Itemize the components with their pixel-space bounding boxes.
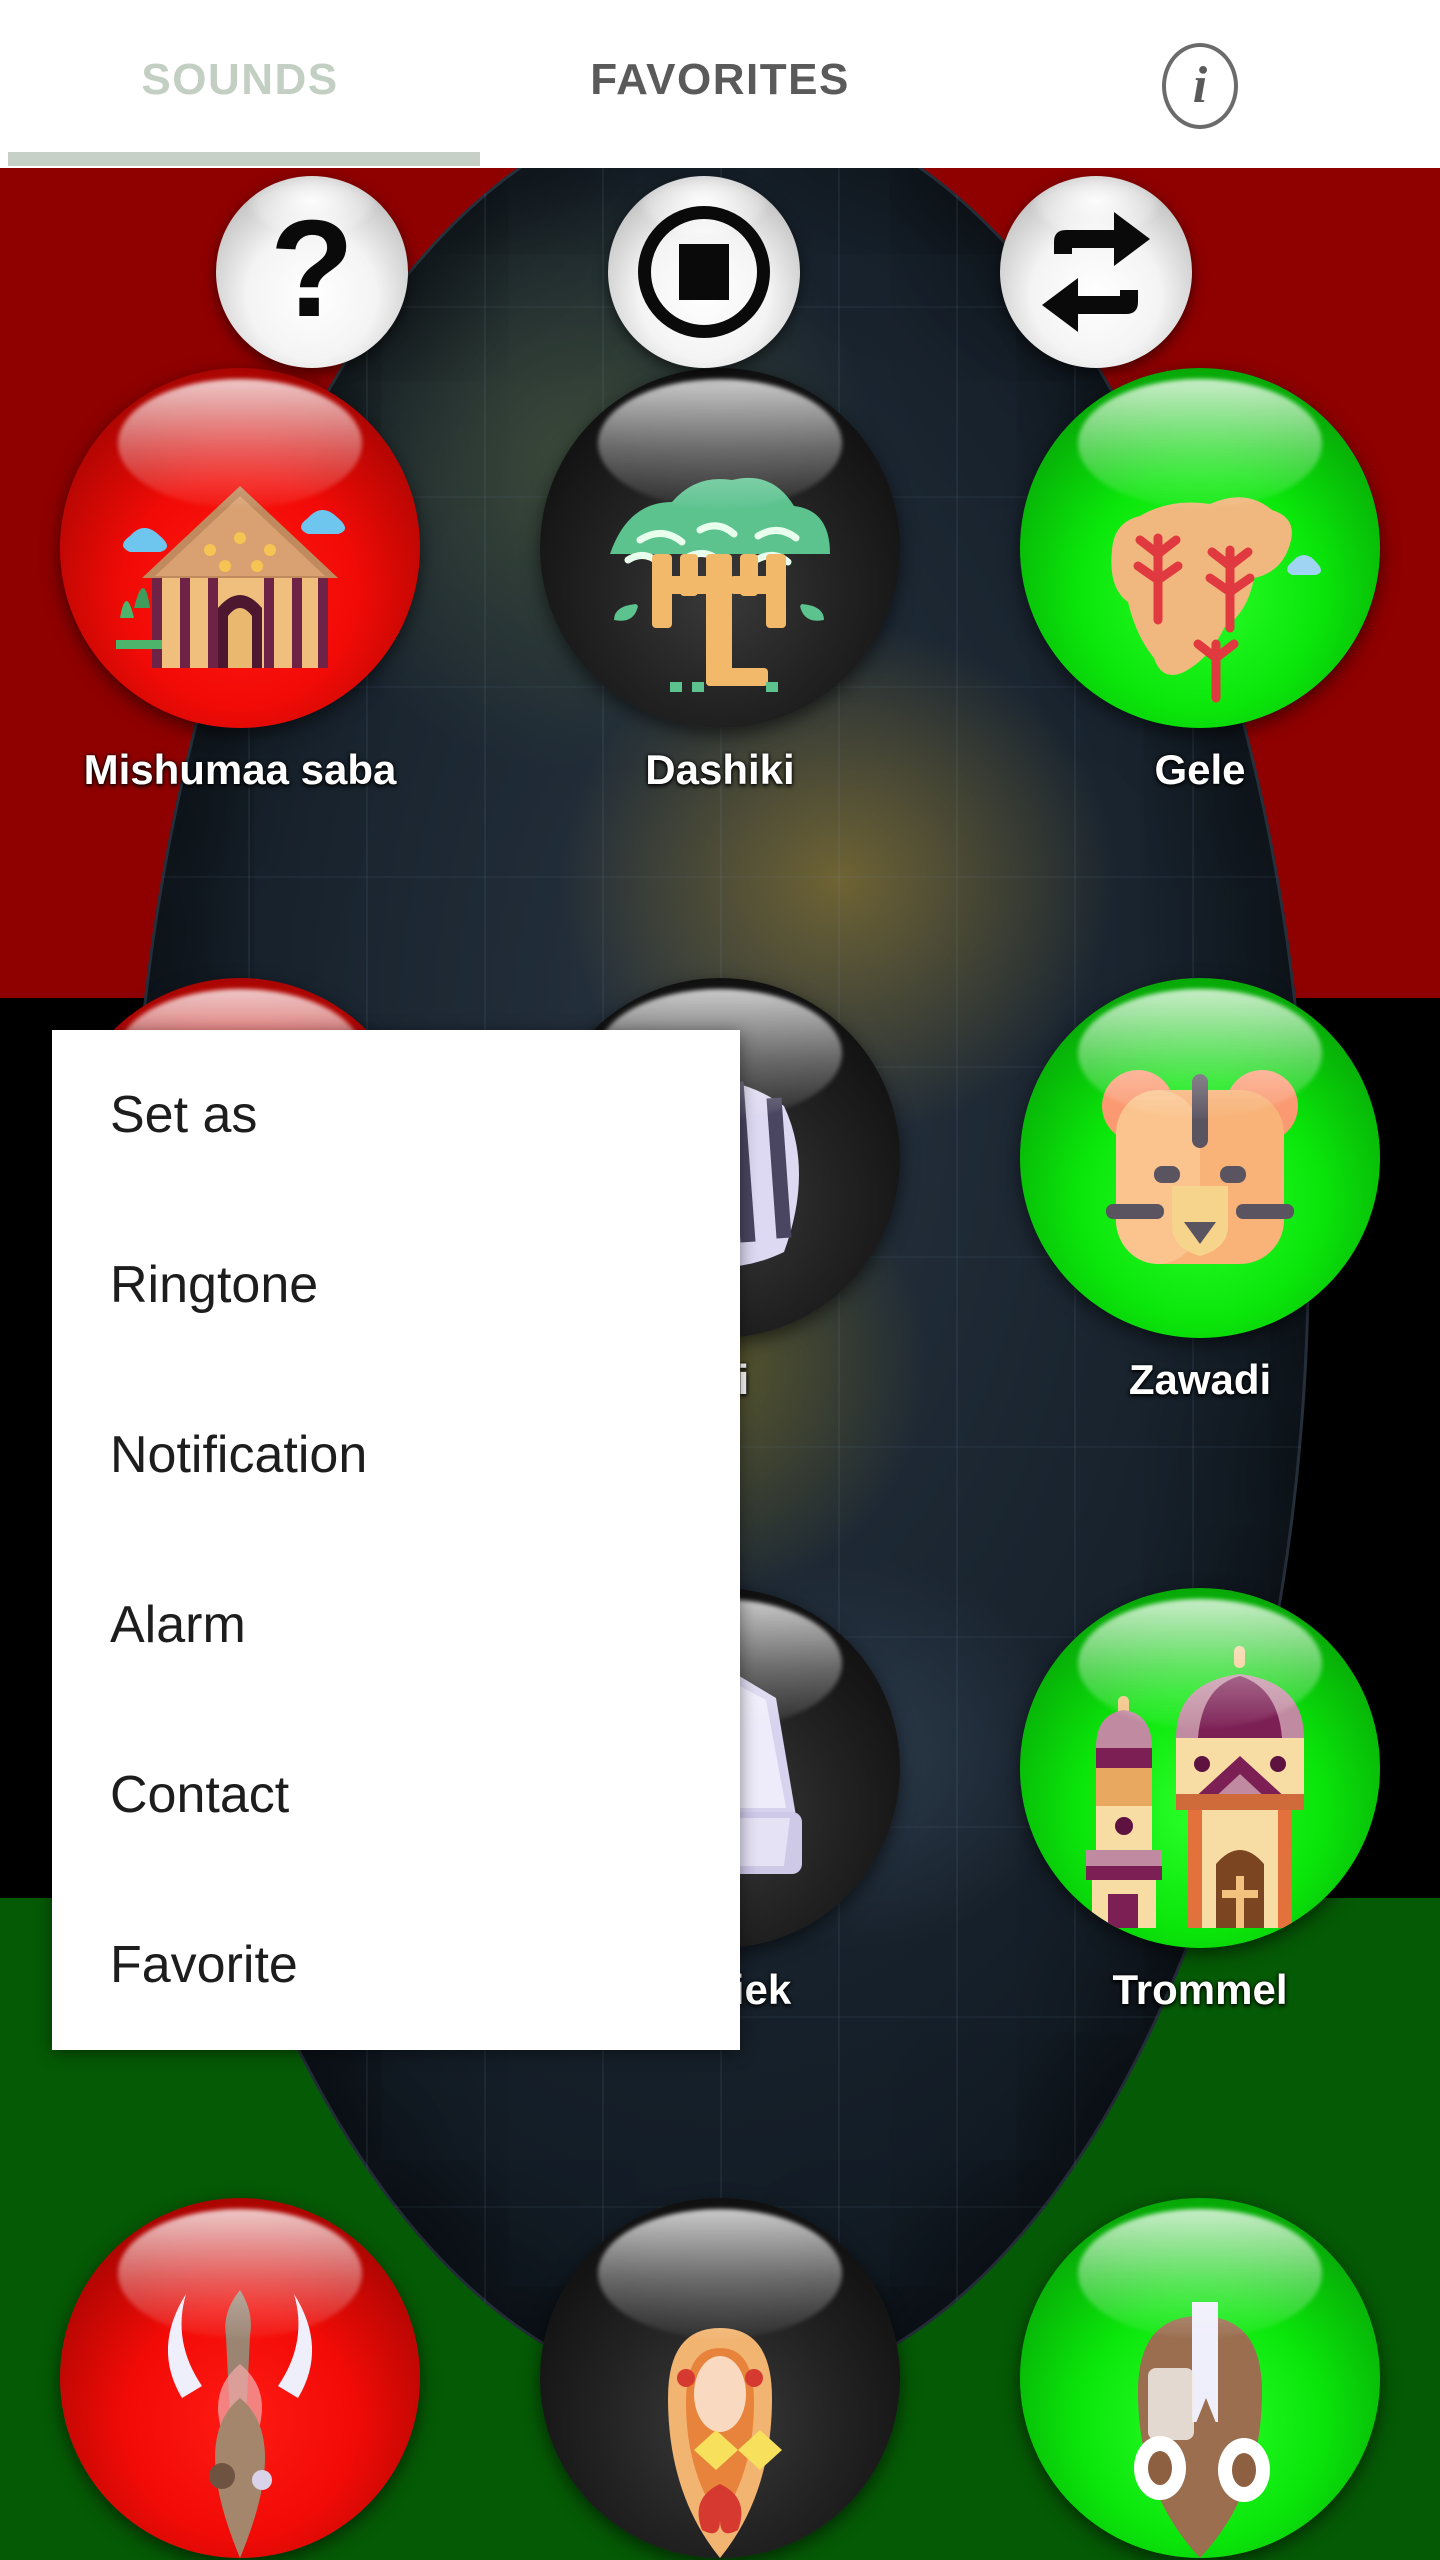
sound-tile-row4-left[interactable] xyxy=(0,2198,480,2560)
menu-item-label: Set as xyxy=(110,1086,258,1144)
tile-surface[interactable] xyxy=(1020,1588,1380,1948)
app-root: SOUNDS FAVORITES i ? Mishumaa saba Dashi… xyxy=(0,0,1440,2560)
grid-row: Mishumaa saba Dashiki Gele xyxy=(0,368,1440,978)
menu-item-favorite[interactable]: Favorite xyxy=(52,1880,740,2050)
tile-surface[interactable] xyxy=(540,2198,900,2558)
set-as-context-menu[interactable]: Set as Ringtone Notification Alarm Conta… xyxy=(52,1030,740,2050)
repeat-icon xyxy=(1042,212,1150,332)
tile-surface[interactable] xyxy=(1020,978,1380,1338)
playback-controls: ? xyxy=(0,168,1440,368)
tile-label: Mishumaa saba xyxy=(83,746,397,793)
help-button[interactable]: ? xyxy=(216,176,408,368)
tile-surface[interactable] xyxy=(1020,2198,1380,2558)
menu-item-contact[interactable]: Contact xyxy=(52,1710,740,1880)
info-button[interactable]: i xyxy=(1150,36,1250,136)
sound-tile-row4-middle[interactable] xyxy=(480,2198,960,2560)
sound-tile-zawadi[interactable]: Zawadi xyxy=(960,978,1440,1588)
menu-item-label: Contact xyxy=(110,1766,290,1824)
tile-label: Trommel xyxy=(1112,1966,1288,2013)
stop-square xyxy=(679,244,729,300)
menu-item-label: Notification xyxy=(110,1426,368,1484)
grid-row xyxy=(0,2198,1440,2560)
menu-item-label: Favorite xyxy=(110,1936,298,1994)
mosque-building-icon xyxy=(1020,1588,1380,1948)
tribal-mask-icon xyxy=(1020,2198,1380,2558)
tile-label: Gele xyxy=(1154,746,1246,793)
tile-label: Zawadi xyxy=(1128,1356,1272,1403)
menu-item-alarm[interactable]: Alarm xyxy=(52,1540,740,1710)
info-glyph: i xyxy=(1192,57,1208,114)
baobab-tree-icon xyxy=(540,368,900,728)
tile-surface[interactable] xyxy=(1020,368,1380,728)
sound-tile-trommel[interactable]: Trommel xyxy=(960,1588,1440,2198)
repeat-button[interactable] xyxy=(1000,176,1192,368)
tab-sounds[interactable]: SOUNDS xyxy=(0,0,480,160)
hut-icon xyxy=(60,368,420,728)
question-mark-icon: ? xyxy=(269,192,355,346)
tile-surface[interactable] xyxy=(60,368,420,728)
tab-favorites-label: FAVORITES xyxy=(590,55,850,104)
tile-label: Dashiki xyxy=(645,746,795,793)
tile-surface[interactable] xyxy=(540,368,900,728)
stop-icon xyxy=(638,206,770,338)
sound-tile-mishumaa-saba[interactable]: Mishumaa saba xyxy=(0,368,480,978)
africa-map-icon xyxy=(1020,368,1380,728)
info-icon: i xyxy=(1162,43,1238,129)
tribal-mask-icon xyxy=(540,2198,900,2558)
menu-item-set-as: Set as xyxy=(52,1030,740,1200)
tab-bar: SOUNDS FAVORITES i xyxy=(0,0,1440,168)
tab-favorites[interactable]: FAVORITES xyxy=(480,0,960,160)
menu-item-notification[interactable]: Notification xyxy=(52,1370,740,1540)
spear-shield-icon xyxy=(60,2198,420,2558)
tab-active-indicator xyxy=(8,152,480,166)
menu-item-label: Alarm xyxy=(110,1596,246,1654)
menu-item-label: Ringtone xyxy=(110,1256,319,1314)
lion-face-icon xyxy=(1020,978,1380,1338)
tab-sounds-label: SOUNDS xyxy=(141,55,339,104)
sound-tile-gele[interactable]: Gele xyxy=(960,368,1440,978)
stop-button[interactable] xyxy=(608,176,800,368)
sound-tile-dashiki[interactable]: Dashiki xyxy=(480,368,960,978)
menu-item-ringtone[interactable]: Ringtone xyxy=(52,1200,740,1370)
sound-tile-row4-right[interactable] xyxy=(960,2198,1440,2560)
tile-surface[interactable] xyxy=(60,2198,420,2558)
